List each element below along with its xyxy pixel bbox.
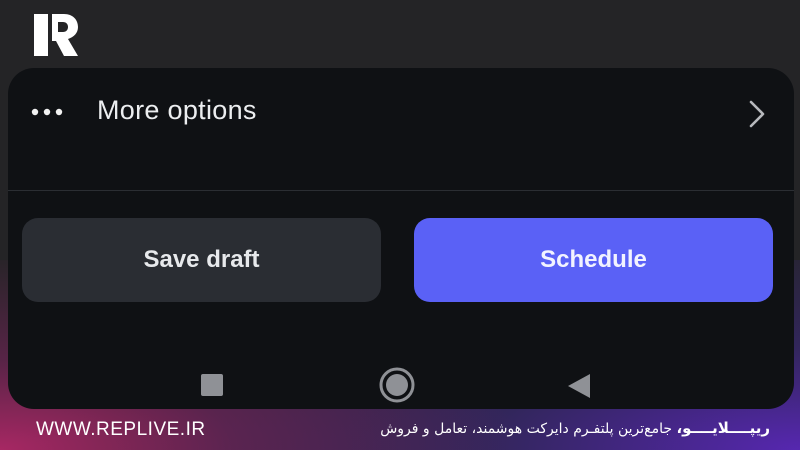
divider: [8, 190, 794, 191]
circle-icon[interactable]: [378, 366, 416, 404]
triangle-left-icon[interactable]: [566, 372, 592, 400]
phone-screen: More options Save draft Schedule: [8, 68, 794, 409]
more-options-label: More options: [97, 95, 257, 125]
footer-tagline: ریپــــلایــــو، جامع‌ترین پلتفـرم دایرک…: [380, 419, 770, 437]
more-horizontal-icon: [31, 108, 63, 116]
chevron-right-icon: [749, 100, 765, 128]
tagline-text: جامع‌ترین پلتفـرم دایرکت هوشمند، تعامل و…: [380, 421, 673, 437]
schedule-button[interactable]: Schedule: [414, 218, 773, 302]
brand-name: ریپــــلایــــو،: [676, 419, 770, 437]
website-url[interactable]: WWW.REPLIVE.IR: [36, 419, 206, 441]
system-navigation-bar: [8, 358, 794, 408]
save-draft-button[interactable]: Save draft: [22, 218, 381, 302]
square-icon[interactable]: [201, 374, 223, 396]
replive-logo-icon: [34, 14, 78, 56]
more-options-row[interactable]: More options: [8, 68, 794, 190]
